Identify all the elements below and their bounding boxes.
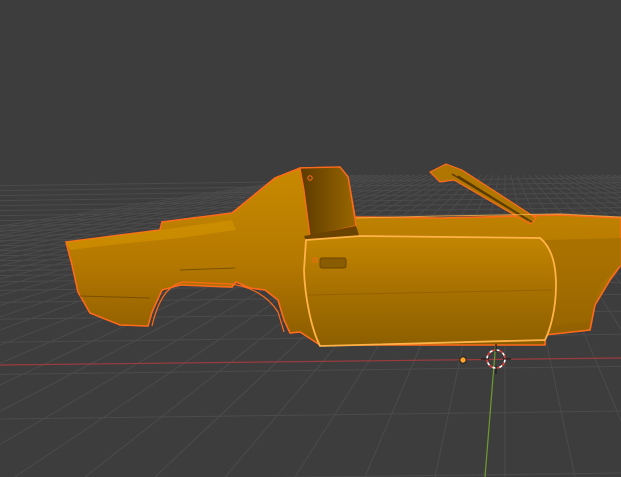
viewport-canvas[interactable] [0, 0, 621, 477]
grid-line [271, 472, 621, 477]
grid-line [0, 410, 621, 420]
object-origin-icon[interactable] [459, 356, 467, 364]
door-handle[interactable] [319, 257, 347, 269]
3d-viewport[interactable] [0, 0, 621, 477]
x-axis-line [0, 357, 621, 366]
car-body-mesh[interactable] [64, 163, 621, 347]
grid-line [0, 365, 621, 375]
